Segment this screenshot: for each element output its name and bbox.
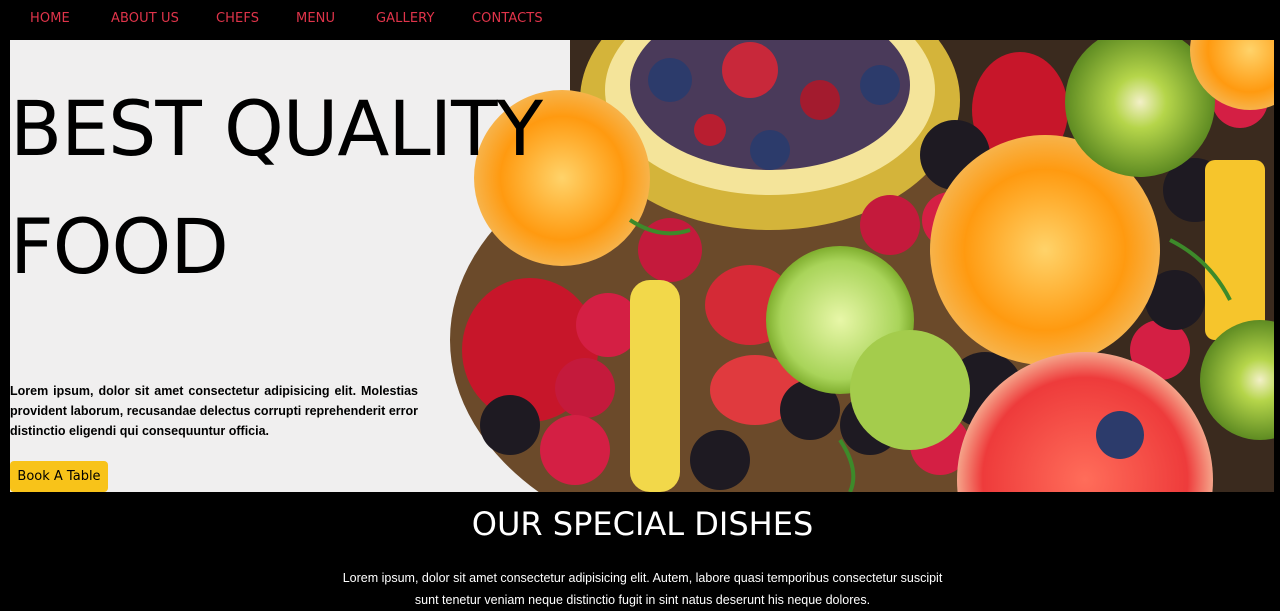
- hero-title: BEST QUALITY FOOD: [10, 70, 630, 306]
- nav-chefs-link[interactable]: CHEFS: [216, 11, 259, 26]
- nav-contacts-link[interactable]: CONTACTS: [472, 11, 543, 26]
- hero-section: BEST QUALITY FOOD Lorem ipsum, dolor sit…: [10, 40, 1274, 492]
- hero-description: Lorem ipsum, dolor sit amet consectetur …: [10, 383, 418, 438]
- hero-title-line2: FOOD: [10, 202, 229, 291]
- nav-gallery-link[interactable]: GALLERY: [376, 11, 435, 26]
- nav-menu-link[interactable]: MENU: [296, 11, 335, 26]
- special-dishes-heading: OUR SPECIAL DISHES: [471, 505, 814, 543]
- nav-about-link[interactable]: ABOUT US: [111, 11, 179, 26]
- special-dishes-text: Lorem ipsum, dolor sit amet consectetur …: [342, 570, 943, 607]
- nav-home-link[interactable]: HOME: [30, 11, 70, 26]
- hero-title-line1: BEST QUALITY: [10, 84, 543, 173]
- top-navigation: HOME ABOUT US CHEFS MENU GALLERY CONTACT…: [0, 0, 1280, 38]
- book-table-button[interactable]: Book A Table: [10, 461, 108, 492]
